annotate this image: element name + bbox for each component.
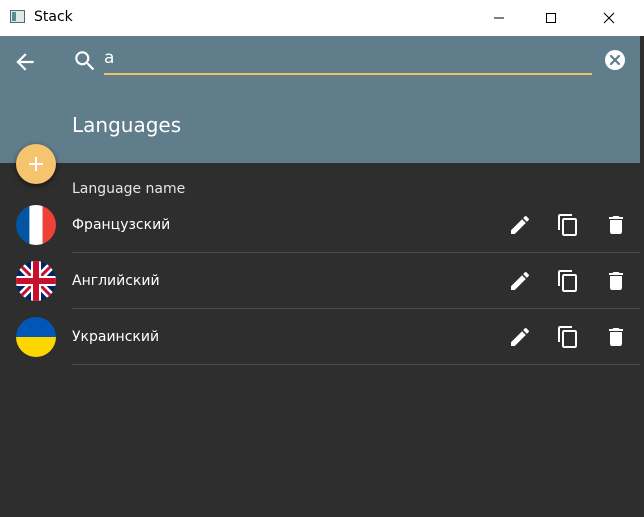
edit-icon[interactable] (508, 325, 532, 349)
delete-icon[interactable] (604, 269, 628, 293)
edit-icon[interactable] (508, 213, 532, 237)
delete-icon[interactable] (604, 213, 628, 237)
ukraine-flag-icon (16, 317, 56, 357)
clear-search-button[interactable] (604, 49, 626, 71)
edit-icon[interactable] (508, 269, 532, 293)
language-name: Украинский (72, 329, 160, 345)
minimize-icon (494, 17, 504, 19)
list-item[interactable]: Украинский (0, 309, 640, 365)
maximize-button[interactable] (522, 0, 580, 36)
maximize-icon (546, 13, 556, 23)
window-title: Stack (34, 9, 73, 25)
language-name: Английский (72, 273, 160, 289)
arrow-left-icon (16, 53, 34, 71)
france-flag-icon (16, 205, 56, 245)
search-icon (72, 48, 98, 74)
search-input[interactable] (104, 45, 592, 75)
page-title: Languages (72, 113, 182, 137)
add-language-button[interactable] (16, 144, 56, 184)
row-divider (72, 364, 640, 365)
close-icon (603, 12, 615, 24)
language-name: Французский (72, 217, 171, 233)
close-button[interactable] (580, 0, 638, 36)
delete-icon[interactable] (604, 325, 628, 349)
app-header: Languages (0, 36, 640, 163)
plus-icon (29, 157, 43, 171)
clear-circle-icon (605, 50, 625, 70)
column-header-language-name: Language name (72, 181, 186, 197)
list-item[interactable]: Английский (0, 253, 640, 309)
copy-icon[interactable] (556, 213, 580, 237)
app-icon (10, 10, 25, 23)
window-titlebar: Stack (0, 0, 644, 36)
list-item[interactable]: Французский (0, 197, 640, 253)
copy-icon[interactable] (556, 269, 580, 293)
minimize-button[interactable] (470, 0, 528, 36)
uk-flag-icon (16, 261, 56, 301)
back-button[interactable] (12, 49, 38, 75)
copy-icon[interactable] (556, 325, 580, 349)
